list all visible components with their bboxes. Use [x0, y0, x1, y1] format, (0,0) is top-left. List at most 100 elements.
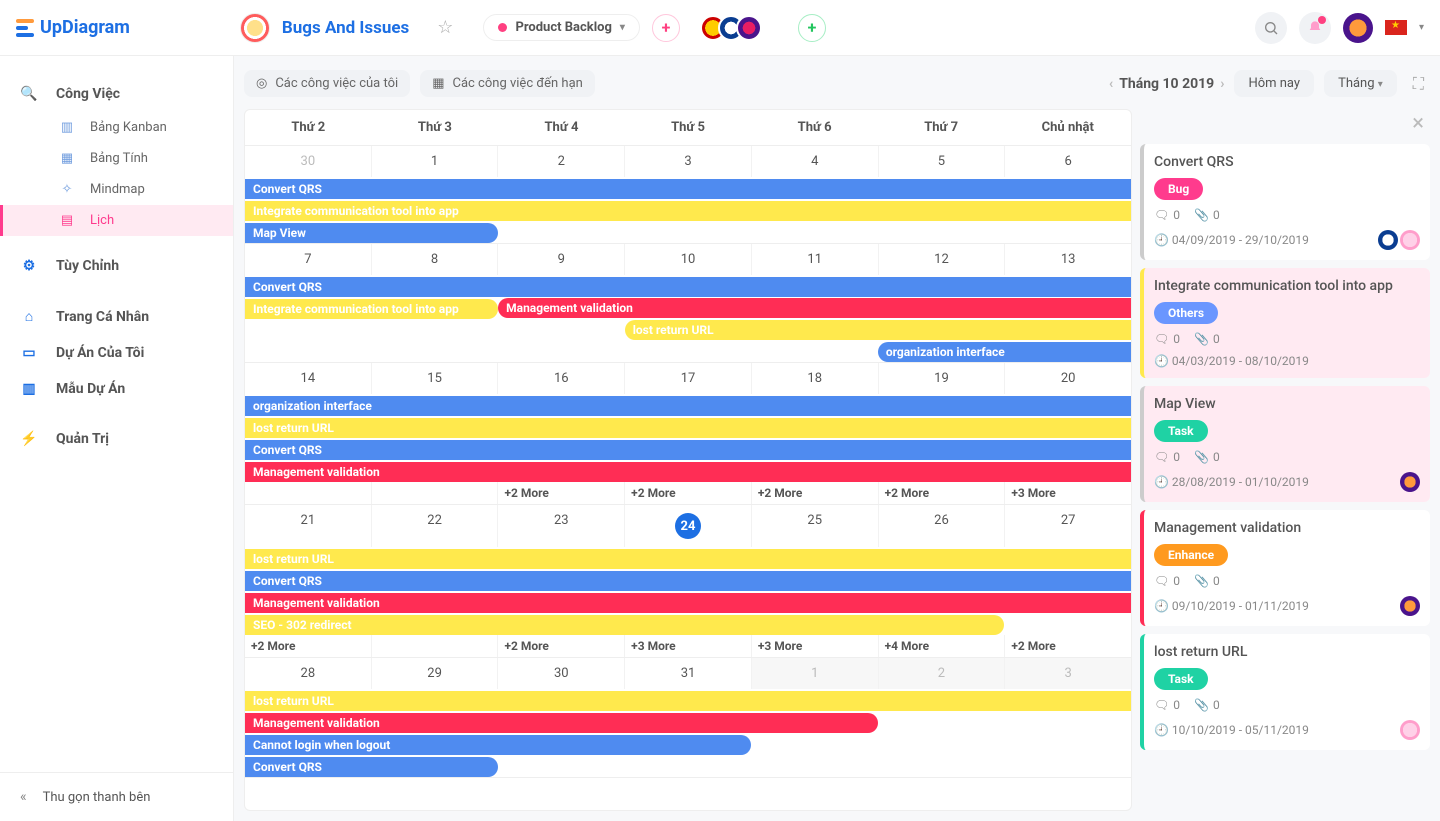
calendar-day[interactable]: 12 [879, 244, 1006, 275]
more-events[interactable]: +4 More [879, 635, 1006, 657]
calendar-day[interactable]: 4 [752, 146, 879, 177]
sidebar-item-home[interactable]: ⌂ Trang Cá Nhân [0, 298, 233, 335]
backlog-selector[interactable]: Product Backlog ▾ [483, 14, 640, 41]
notifications-button[interactable] [1299, 12, 1331, 44]
sidebar-item-admin[interactable]: ⚡ Quản Trị [0, 421, 233, 457]
calendar-day[interactable]: 24 [625, 505, 752, 547]
type-tag[interactable]: Task [1154, 668, 1208, 690]
sidebar-item-templates[interactable]: ▥ Mẫu Dự Án [0, 371, 233, 407]
caret-down-icon[interactable]: ▾ [1419, 22, 1424, 33]
calendar-event[interactable]: Management validation [498, 298, 1131, 318]
calendar-day[interactable]: 23 [498, 505, 625, 547]
task-card[interactable]: Map ViewTask🗨0📎0🕘 28/08/2019 - 01/10/201… [1140, 386, 1430, 502]
project-title[interactable]: Bugs And Issues [282, 18, 409, 38]
type-tag[interactable]: Task [1154, 420, 1208, 442]
task-card[interactable]: Management validationEnhance🗨0📎0🕘 09/10/… [1140, 510, 1430, 626]
calendar-day[interactable]: 18 [752, 363, 879, 394]
today-button[interactable]: Hôm nay [1234, 70, 1314, 97]
sidebar-item-customize[interactable]: ⚙ Tùy Chỉnh [0, 248, 233, 284]
more-events[interactable]: +2 More [1005, 635, 1131, 657]
calendar-day[interactable]: 7 [245, 244, 372, 275]
calendar-day[interactable]: 29 [372, 658, 499, 689]
calendar-day[interactable]: 11 [752, 244, 879, 275]
star-icon[interactable]: ☆ [437, 17, 453, 38]
type-tag[interactable]: Bug [1154, 178, 1203, 200]
task-card[interactable]: Integrate communication tool into appOth… [1140, 268, 1430, 378]
calendar-day[interactable]: 3 [1005, 658, 1131, 689]
calendar-day[interactable]: 13 [1005, 244, 1131, 275]
calendar-event[interactable]: Convert QRS [245, 277, 1131, 297]
calendar-day[interactable]: 9 [498, 244, 625, 275]
calendar-day[interactable]: 2 [879, 658, 1006, 689]
sidebar-item-work[interactable]: 🔍 Công Việc [0, 76, 233, 112]
type-tag[interactable]: Others [1154, 302, 1218, 324]
calendar-event[interactable]: organization interface [878, 342, 1131, 362]
more-events[interactable]: +2 More [752, 482, 879, 504]
calendar-day[interactable]: 31 [625, 658, 752, 689]
calendar-event[interactable]: Integrate communication tool into app [245, 201, 1131, 221]
calendar-event[interactable]: Cannot login when logout [245, 735, 751, 755]
calendar-event[interactable]: lost return URL [245, 418, 1131, 438]
member-avatars[interactable] [700, 15, 762, 41]
task-card[interactable]: lost return URLTask🗨0📎0🕘 10/10/2019 - 05… [1140, 634, 1430, 750]
calendar-day[interactable]: 28 [245, 658, 372, 689]
calendar-event[interactable]: Management validation [245, 713, 878, 733]
calendar-event[interactable]: Convert QRS [245, 757, 498, 777]
sidebar-item-kanban[interactable]: ▥ Bảng Kanban [0, 112, 233, 143]
calendar-day[interactable]: 6 [1005, 146, 1131, 177]
user-avatar[interactable] [1343, 13, 1373, 43]
more-events[interactable]: +3 More [625, 635, 752, 657]
calendar-day[interactable]: 19 [879, 363, 1006, 394]
sidebar-item-sheet[interactable]: ▦ Bảng Tính [0, 143, 233, 174]
calendar-event[interactable]: Management validation [245, 462, 1131, 482]
calendar-event[interactable]: Convert QRS [245, 571, 1131, 591]
sidebar-collapse[interactable]: « Thu gọn thanh bên [0, 772, 233, 821]
language-flag[interactable] [1385, 20, 1407, 35]
calendar-day[interactable]: 3 [625, 146, 752, 177]
fullscreen-button[interactable]: ⛶ [1407, 74, 1430, 94]
next-month-button[interactable]: › [1220, 76, 1224, 92]
calendar-day[interactable]: 10 [625, 244, 752, 275]
calendar-event[interactable]: Management validation [245, 593, 1131, 613]
calendar-day[interactable]: 25 [752, 505, 879, 547]
more-events[interactable]: +2 More [498, 635, 625, 657]
add-member-button[interactable]: + [798, 14, 826, 42]
calendar-day[interactable]: 27 [1005, 505, 1131, 547]
prev-month-button[interactable]: ‹ [1109, 76, 1113, 92]
calendar-day[interactable]: 16 [498, 363, 625, 394]
calendar-event[interactable]: Convert QRS [245, 440, 1131, 460]
calendar-event[interactable]: organization interface [245, 396, 1131, 416]
more-events[interactable]: +2 More [498, 482, 625, 504]
sidebar-item-mindmap[interactable]: ✧ Mindmap [0, 174, 233, 205]
calendar-day[interactable]: 30 [245, 146, 372, 177]
type-tag[interactable]: Enhance [1154, 544, 1228, 566]
task-card[interactable]: Convert QRSBug🗨0📎0🕘 04/09/2019 - 29/10/2… [1140, 144, 1430, 260]
calendar-day[interactable]: 30 [498, 658, 625, 689]
add-pink-button[interactable]: + [652, 14, 680, 42]
calendar-event[interactable]: SEO - 302 redirect [245, 615, 1004, 635]
search-button[interactable] [1255, 12, 1287, 44]
more-events[interactable]: +2 More [625, 482, 752, 504]
calendar-event[interactable]: Convert QRS [245, 179, 1131, 199]
filter-my-tasks[interactable]: ◎ Các công việc của tôi [244, 70, 410, 97]
sidebar-item-projects[interactable]: ▭ Dự Án Của Tôi [0, 335, 233, 371]
calendar-day[interactable]: 21 [245, 505, 372, 547]
more-events[interactable]: +2 More [879, 482, 1006, 504]
scale-selector[interactable]: Tháng ▾ [1324, 70, 1397, 97]
calendar-event[interactable]: lost return URL [245, 691, 1131, 711]
more-events[interactable]: +3 More [1005, 482, 1131, 504]
calendar-day[interactable]: 22 [372, 505, 499, 547]
more-events[interactable]: +3 More [752, 635, 879, 657]
sidebar-item-calendar[interactable]: ▤ Lịch [0, 205, 233, 236]
calendar-day[interactable]: 1 [372, 146, 499, 177]
calendar-day[interactable]: 5 [879, 146, 1006, 177]
calendar-day[interactable]: 17 [625, 363, 752, 394]
calendar-event[interactable]: lost return URL [625, 320, 1131, 340]
calendar-day[interactable]: 2 [498, 146, 625, 177]
filter-due-tasks[interactable]: ▦ Các công việc đến hạn [420, 70, 595, 97]
calendar-day[interactable]: 1 [752, 658, 879, 689]
calendar-event[interactable]: lost return URL [245, 549, 1131, 569]
calendar-day[interactable]: 26 [879, 505, 1006, 547]
calendar-day[interactable]: 8 [372, 244, 499, 275]
more-events[interactable]: +2 More [245, 635, 372, 657]
